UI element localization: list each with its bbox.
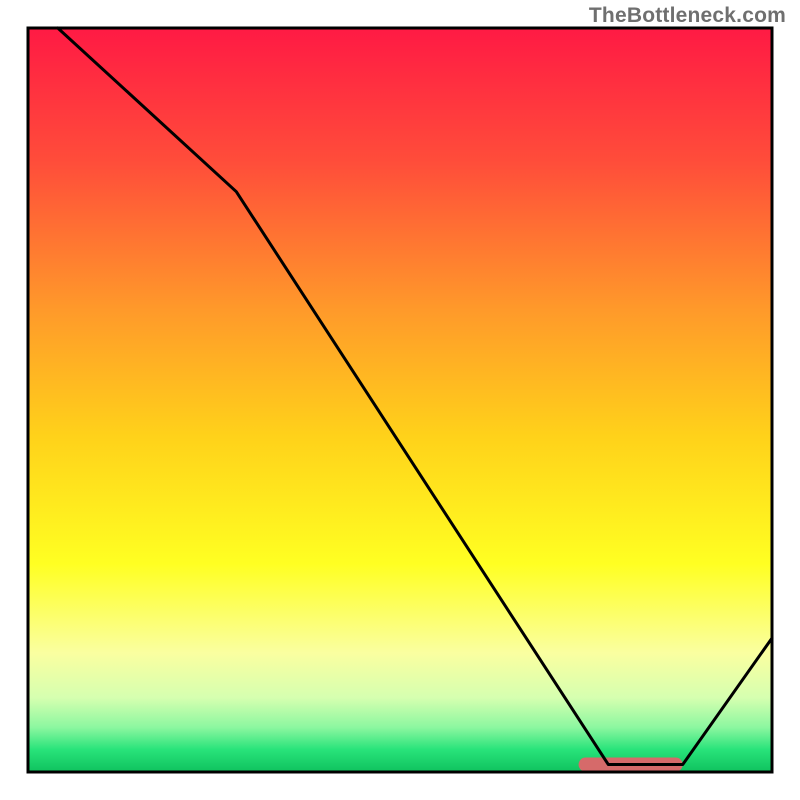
bottleneck-chart bbox=[0, 0, 800, 800]
gradient-background bbox=[28, 28, 772, 772]
chart-container: TheBottleneck.com bbox=[0, 0, 800, 800]
